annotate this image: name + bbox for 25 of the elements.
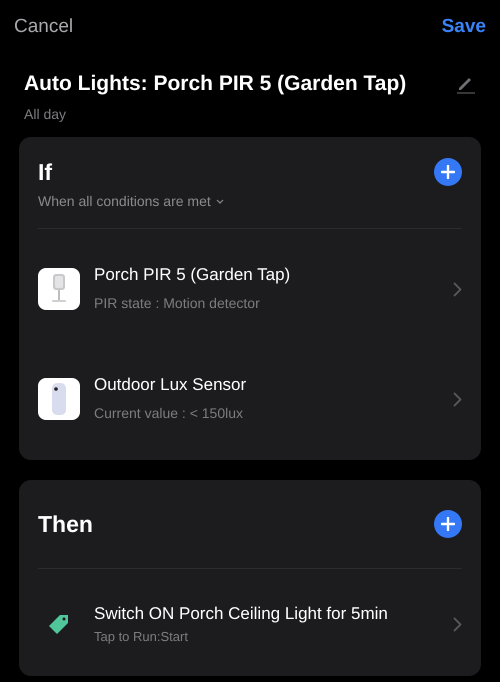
condition-name: Porch PIR 5 (Garden Tap)	[94, 264, 292, 286]
plus-icon	[441, 517, 455, 532]
save-button[interactable]: Save	[442, 12, 486, 42]
tag-icon	[47, 612, 71, 636]
chevron-down-icon	[216, 199, 224, 204]
condition-item[interactable]: Porch PIR 5 (Garden Tap) PIR state : Motion detector	[38, 264, 462, 314]
condition-detail: PIR state : Motion detector	[94, 294, 261, 313]
action-name: Switch ON Porch Ceiling Light for 5min	[94, 602, 389, 624]
automation-title: Auto Lights: Porch PIR 5 (Garden Tap)	[24, 71, 406, 97]
match-mode-dropdown[interactable]: When all conditions are met	[38, 191, 224, 212]
chevron-right-icon	[453, 282, 462, 296]
condition-detail: Current value : < 150lux	[94, 404, 244, 423]
condition-item[interactable]: Outdoor Lux Sensor Current value : < 150lux	[38, 374, 462, 424]
action-detail: Tap to Run:Start	[94, 628, 189, 646]
add-button[interactable]	[434, 510, 462, 538]
action-item[interactable]: Switch ON Porch Ceiling Light for 5min Tap to Run:Start	[38, 602, 462, 646]
add-button[interactable]	[434, 158, 462, 186]
if-heading: If	[38, 158, 52, 186]
cancel-button[interactable]: Cancel	[14, 12, 74, 42]
then-heading: Then	[38, 510, 93, 539]
schedule-text: All day	[23, 104, 68, 124]
plus-icon	[441, 164, 455, 179]
condition-name: Outdoor Lux Sensor	[94, 374, 248, 396]
chevron-right-icon	[453, 392, 462, 406]
chevron-right-icon	[453, 616, 462, 632]
